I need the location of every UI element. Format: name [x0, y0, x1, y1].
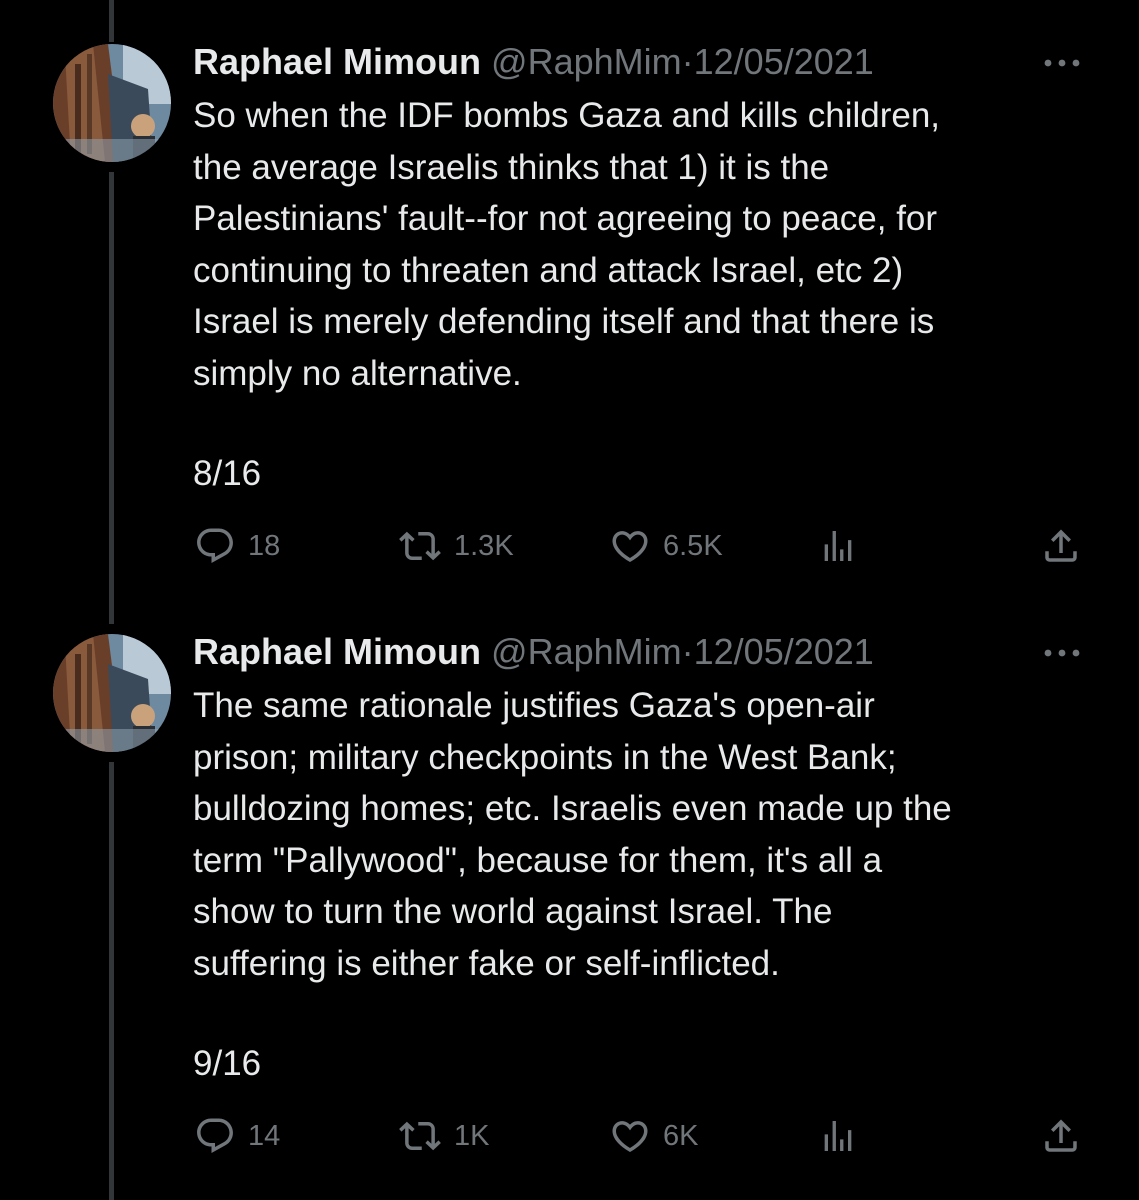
like-count: 6K — [663, 1119, 699, 1152]
retweet-icon — [398, 525, 442, 567]
tweet-text: The same rationale justifies Gaza's open… — [193, 686, 952, 983]
tweet-header: Raphael Mimoun @RaphMim·12/05/2021 — [193, 630, 874, 674]
reply-count: 14 — [248, 1119, 281, 1152]
share-icon — [1040, 1115, 1082, 1157]
display-name[interactable]: Raphael Mimoun — [193, 631, 481, 672]
reply-count: 18 — [248, 529, 281, 562]
user-handle[interactable]: @RaphMim — [491, 41, 682, 82]
reply-button[interactable]: 14 — [194, 1112, 280, 1160]
analytics-icon — [818, 1115, 858, 1157]
share-button[interactable] — [1040, 522, 1082, 570]
avatar[interactable] — [53, 634, 171, 752]
retweet-button[interactable]: 1K — [398, 1112, 489, 1160]
like-button[interactable]: 6.5K — [609, 522, 723, 570]
tweet-header: Raphael Mimoun @RaphMim·12/05/2021 — [193, 40, 874, 84]
share-button[interactable] — [1040, 1112, 1082, 1160]
thread-count: 8/16 — [193, 454, 262, 493]
views-button[interactable] — [818, 522, 858, 570]
tweet-actions: 14 1K 6K — [0, 1112, 1139, 1160]
like-count: 6.5K — [663, 529, 723, 562]
separator-dot: · — [681, 41, 694, 82]
separator-dot: · — [681, 631, 694, 672]
more-icon[interactable] — [1040, 52, 1084, 74]
thread-count: 9/16 — [193, 1044, 262, 1083]
retweet-button[interactable]: 1.3K — [398, 522, 514, 570]
thread-connector-line — [109, 0, 114, 42]
retweet-count: 1.3K — [454, 529, 514, 562]
like-button[interactable]: 6K — [609, 1112, 698, 1160]
user-handle[interactable]: @RaphMim — [491, 631, 682, 672]
tweet-date[interactable]: 12/05/2021 — [694, 631, 874, 672]
reply-button[interactable]: 18 — [194, 522, 280, 570]
share-icon — [1040, 525, 1082, 567]
display-name[interactable]: Raphael Mimoun — [193, 41, 481, 82]
more-icon[interactable] — [1040, 642, 1084, 664]
views-button[interactable] — [818, 1112, 858, 1160]
retweet-icon — [398, 1115, 442, 1157]
heart-icon — [609, 525, 651, 567]
analytics-icon — [818, 525, 858, 567]
reply-icon — [194, 525, 236, 567]
tweet-actions: 18 1.3K 6.5K — [0, 522, 1139, 570]
tweet-text: So when the IDF bombs Gaza and kills chi… — [193, 96, 941, 393]
reply-icon — [194, 1115, 236, 1157]
retweet-count: 1K — [454, 1119, 490, 1152]
avatar[interactable] — [53, 44, 171, 162]
tweet-date[interactable]: 12/05/2021 — [694, 41, 874, 82]
heart-icon — [609, 1115, 651, 1157]
